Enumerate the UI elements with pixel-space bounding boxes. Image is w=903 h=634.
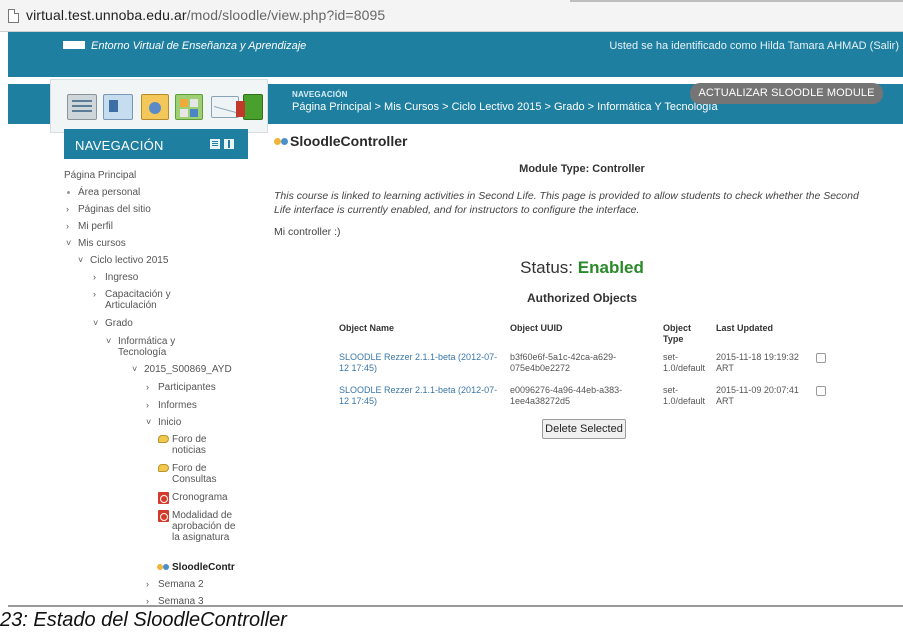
url-host: virtual.test.unnoba.edu.ar [26,7,187,23]
nav-item-ciclo-lectivo-2015[interactable]: ˅ Ciclo lectivo 2015 [78,255,168,266]
chevron-down-icon: ˅ [146,417,152,427]
chevron-right-icon: › [146,579,149,589]
nav-item-mi-perfil[interactable]: › Mi perfil [66,221,113,232]
sloodle-icon [274,138,281,145]
site-brand[interactable]: Entorno Virtual de Enseñanza y Aprendiza… [63,40,306,52]
brand-logo-icon [63,41,85,49]
brand-text: Entorno Virtual de Enseñanza y Aprendiza… [91,40,307,52]
figure-caption: 23: Estado del SloodleController [0,609,287,631]
module-description: This course is linked to learning activi… [274,190,859,216]
row-2-object-uuid: e0096276-4a96-44eb-a383-1ee4a38272d5 [510,385,623,406]
nav-item-ingreso[interactable]: › Ingreso [93,272,138,283]
id-card-icon[interactable] [103,94,133,120]
row-1-object-type: set-1.0/default [663,352,706,373]
chevron-down-icon: ˅ [78,255,84,265]
controller-text: Mi controller :) [274,226,341,238]
header-icons-panel [50,79,268,133]
chevron-right-icon: › [93,272,96,282]
nav-item-informatica-y-tecnologia[interactable]: ˅ Informática y Tecnología [106,336,218,358]
delete-selected-button[interactable]: Delete Selected [542,419,626,439]
nav-item-modalidad-de-aprobacion[interactable]: Modalidad de aprobación de la asignatura [158,510,240,543]
nav-item-semana-2[interactable]: › Semana 2 [146,579,204,590]
nav-item-informes[interactable]: › Informes [146,400,197,411]
url-path: /mod/sloodle/view.php?id=8095 [186,7,386,23]
site-top-band: Entorno Virtual de Enseñanza y Aprendiza… [8,32,903,77]
page-title: SloodleController [290,133,408,149]
chevron-right-icon: › [146,382,149,392]
authorized-objects-title: Authorized Objects [526,291,637,305]
row-1-select-checkbox[interactable] [816,353,826,363]
tab-strip-edge [570,0,903,4]
forum-icon [158,435,169,443]
chevron-down-icon: ˅ [93,318,99,328]
nav-item-sloodle-controller[interactable]: SloodleContr [157,562,235,573]
column-header-object-name: Object Name [339,323,395,333]
chevron-down-icon: ˅ [132,364,138,374]
calendar-grid-icon[interactable] [175,94,203,120]
nav-item-course-code[interactable]: ˅ 2015_S00869_AYD [132,364,232,375]
nav-item-pagina-principal[interactable]: Página Principal [64,170,136,181]
nav-item-mis-cursos[interactable]: ˅ Mis cursos [66,238,126,249]
row-2-object-name[interactable]: SLOODLE Rezzer 2.1.1-beta (2012-07-12 17… [339,385,499,407]
chevron-down-icon: ˅ [106,336,112,346]
row-2-select-checkbox[interactable] [816,386,826,396]
chevron-right-icon: › [66,221,69,231]
module-type: Module Type: Controller [519,163,645,175]
nav-item-grado[interactable]: ˅ Grado [93,318,133,329]
chevron-right-icon: › [146,400,149,410]
pdf-icon [158,510,169,522]
collapse-block-icon[interactable] [224,139,234,149]
chevron-right-icon: › [93,289,96,299]
page-icon [8,9,19,23]
row-1-object-uuid: b3f60e6f-5a1c-42ca-a629-075e4b0e2272 [510,352,617,373]
nav-item-paginas-del-sitio[interactable]: › Páginas del sitio [66,204,151,215]
navigation-block-title: NAVEGACIÓN [75,138,164,153]
row-1-object-name[interactable]: SLOODLE Rezzer 2.1.1-beta (2012-07-12 17… [339,352,499,374]
folder-photo-icon[interactable] [141,94,169,120]
url-text[interactable]: virtual.test.unnoba.edu.ar/mod/sloodle/v… [26,7,385,23]
navigation-tree: Página Principal Área personal › Páginas … [64,159,252,605]
status-value: Enabled [577,258,644,277]
row-2-object-type: set-1.0/default [663,385,706,406]
nav-item-cronograma[interactable]: Cronograma [158,492,228,504]
user-login-info[interactable]: Usted se ha identificado como Hilda Tama… [609,40,899,52]
screenshot-bottom-border [8,605,903,607]
nav-item-semana-3[interactable]: › Semana 3 [146,596,204,605]
navigation-block-header: NAVEGACIÓN [64,129,248,159]
nav-item-area-personal[interactable]: Área personal [67,187,140,198]
pdf-icon [158,492,169,504]
nav-item-capacitacion[interactable]: › Capacitación y Articulación [93,289,215,311]
books-icon[interactable] [236,94,263,120]
column-header-object-uuid: Object UUID [510,323,563,333]
mail-icon[interactable] [211,96,239,118]
row-2-last-updated: 2015-11-09 20:07:41 ART [716,385,799,406]
nav-item-participantes[interactable]: › Participantes [146,382,216,393]
status-line: Status: Enabled [274,258,890,278]
sloodle-icon [157,564,163,570]
chevron-right-icon: › [146,596,149,605]
notes-icon[interactable] [67,94,97,120]
dock-block-icon[interactable] [210,139,220,149]
chevron-down-icon: ˅ [66,238,72,248]
column-header-object-type: Object Type [663,323,692,344]
row-1-last-updated: 2015-11-18 19:19:32 ART [716,352,799,373]
update-sloodle-module-button[interactable]: ACTUALIZAR SLOODLE MODULE [690,83,883,104]
nav-item-foro-de-consultas[interactable]: Foro de Consultas [158,463,240,485]
nav-item-inicio[interactable]: ˅ Inicio [146,417,181,428]
header-navigation-label: NAVEGACIÓN [292,90,348,99]
chevron-right-icon: › [66,204,69,214]
nav-item-foro-de-noticias[interactable]: Foro de noticias [158,434,240,456]
status-label: Status: [520,258,574,277]
bullet-icon [67,191,70,194]
browser-address-bar[interactable]: virtual.test.unnoba.edu.ar/mod/sloodle/v… [0,0,903,32]
forum-icon [158,464,169,472]
column-header-last-updated: Last Updated [716,323,774,333]
breadcrumb[interactable]: Página Principal > Mis Cursos > Ciclo Le… [292,101,718,113]
